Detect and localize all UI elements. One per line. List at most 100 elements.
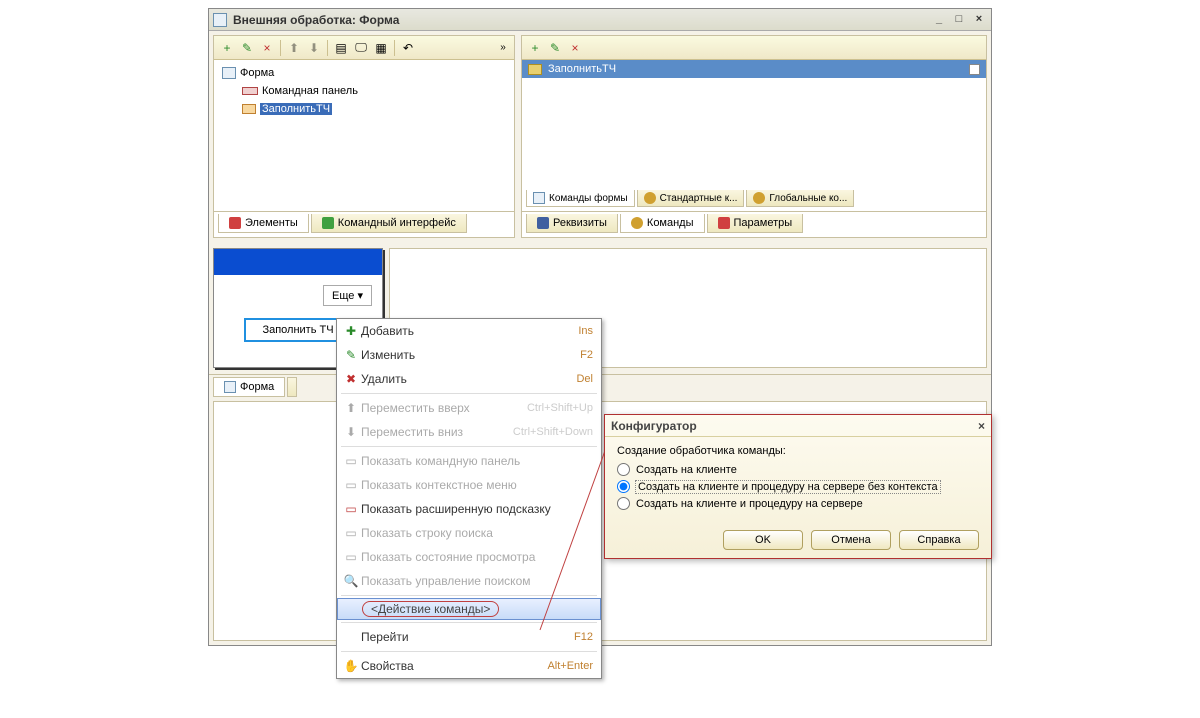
left-toolbar: + ✎ × ⬆ ⬇ ▤ 🖵 ▦ ↶ » (214, 36, 514, 60)
menu-separator (341, 622, 597, 623)
list-item[interactable]: ЗаполнитьТЧ (522, 60, 986, 78)
delete-icon[interactable]: × (258, 39, 276, 57)
menu-item-edit[interactable]: ✎ Изменить F2 (337, 343, 601, 367)
menu-item-goto[interactable]: Перейти F12 (337, 625, 601, 649)
tree-item-fill-command[interactable]: ЗаполнитьТЧ (220, 100, 508, 118)
form-icon (222, 67, 236, 79)
tab-label: Команды (647, 217, 694, 229)
add-icon[interactable]: + (218, 39, 236, 57)
edit-icon: ✎ (341, 348, 361, 362)
ok-button[interactable]: OK (723, 530, 803, 550)
panel-icon: ▭ (341, 454, 361, 468)
menu-shortcut: Del (576, 373, 593, 385)
grid-icon[interactable]: ▦ (372, 39, 390, 57)
menu-shortcut: Alt+Enter (547, 660, 593, 672)
tab-label: Форма (240, 381, 274, 393)
menu-label: <Действие команды> (362, 601, 499, 617)
close-icon[interactable]: × (978, 419, 985, 433)
radio-input[interactable] (617, 497, 630, 510)
tab-stub[interactable] (287, 377, 297, 397)
configurator-dialog: Конфигуратор × Создание обработчика кома… (604, 414, 992, 559)
tab-icon (718, 217, 730, 229)
radio-option-client-server[interactable]: Создать на клиенте и процедуру на сервер… (617, 497, 979, 510)
menu-shortcut: Ctrl+Shift+Down (513, 426, 593, 438)
tab-icon (753, 192, 765, 204)
menu-item-show-ext-hint[interactable]: ▭ Показать расширенную подсказку (337, 497, 601, 521)
tree-label: Форма (240, 67, 274, 79)
properties-icon: ✋ (341, 659, 361, 673)
tab-label: Стандартные к... (660, 193, 738, 204)
tab-requisites[interactable]: Реквизиты (526, 214, 618, 233)
dialog-body: Создание обработчика команды: Создать на… (605, 437, 991, 522)
tab-label: Реквизиты (553, 217, 607, 229)
tab-icon (537, 217, 549, 229)
toolbar-overflow[interactable]: » (496, 42, 510, 53)
tree-label-selected: ЗаполнитьТЧ (260, 103, 332, 115)
radio-input[interactable] (617, 463, 630, 476)
close-button[interactable]: × (971, 13, 987, 27)
list-icon[interactable]: ▤ (332, 39, 350, 57)
delete-icon[interactable]: × (566, 39, 584, 57)
edit-icon[interactable]: ✎ (238, 39, 256, 57)
maximize-button[interactable]: □ (951, 13, 967, 27)
separator (280, 40, 281, 56)
cancel-button[interactable]: Отмена (811, 530, 891, 550)
right-pane: + ✎ × ЗаполнитьТЧ Команды формы Станд (521, 35, 987, 238)
minimize-button[interactable]: _ (931, 13, 947, 27)
move-up-icon: ⬆ (341, 401, 361, 415)
menu-label: Добавить (361, 324, 578, 338)
undo-icon[interactable]: ↶ (399, 39, 417, 57)
separator (394, 40, 395, 56)
edit-icon[interactable]: ✎ (546, 39, 564, 57)
menu-item-add[interactable]: ✚ Добавить Ins (337, 319, 601, 343)
display-icon[interactable]: 🖵 (352, 39, 370, 57)
menu-label: Изменить (361, 348, 580, 362)
tab-command-interface[interactable]: Командный интерфейс (311, 214, 467, 233)
tab-global-commands[interactable]: Глобальные ко... (746, 190, 854, 207)
menu-label: Показать управление поиском (361, 574, 593, 588)
checkbox[interactable] (969, 64, 980, 75)
tab-parameters[interactable]: Параметры (707, 214, 804, 233)
add-icon[interactable]: + (526, 39, 544, 57)
tab-elements[interactable]: Элементы (218, 214, 309, 233)
folder-icon (528, 64, 542, 75)
dialog-prompt: Создание обработчика команды: (617, 445, 979, 457)
tab-label: Параметры (734, 217, 793, 229)
tab-label: Командный интерфейс (338, 217, 456, 229)
dialog-buttons: OK Отмена Справка (605, 522, 991, 558)
window-controls: _ □ × (931, 13, 987, 27)
menu-item-delete[interactable]: ✖ Удалить Del (337, 367, 601, 391)
menu-shortcut: F2 (580, 349, 593, 361)
menu-item-properties[interactable]: ✋ Свойства Alt+Enter (337, 654, 601, 678)
command-icon (242, 104, 256, 114)
search-row-icon: ▭ (341, 526, 361, 540)
right-toolbar: + ✎ × (522, 36, 986, 60)
menu-separator (341, 446, 597, 447)
tree-root[interactable]: Форма (220, 64, 508, 82)
tab-form[interactable]: Форма (213, 377, 285, 397)
hint-icon: ▭ (341, 502, 361, 516)
menu-label: Показать строку поиска (361, 526, 593, 540)
menu-shortcut: F12 (574, 631, 593, 643)
radio-option-client[interactable]: Создать на клиенте (617, 463, 979, 476)
tree-item-command-panel[interactable]: Командная панель (220, 82, 508, 100)
tab-icon (224, 381, 236, 393)
menu-label: Переместить вниз (361, 425, 513, 439)
form-tree[interactable]: Форма Командная панель ЗаполнитьТЧ (214, 60, 514, 211)
top-split: + ✎ × ⬆ ⬇ ▤ 🖵 ▦ ↶ » Форма (209, 31, 991, 242)
menu-label: Переместить вверх (361, 401, 527, 415)
help-button[interactable]: Справка (899, 530, 979, 550)
menu-label: Перейти (361, 630, 574, 644)
tab-form-commands[interactable]: Команды формы (526, 190, 635, 207)
button-label: Еще (332, 290, 354, 302)
radio-option-client-server-no-ctx[interactable]: Создать на клиенте и процедуру на сервер… (617, 480, 979, 493)
menu-item-show-search: ▭ Показать строку поиска (337, 521, 601, 545)
more-button[interactable]: Еще ▾ (323, 285, 372, 306)
tab-standard-commands[interactable]: Стандартные к... (637, 190, 745, 207)
commands-list[interactable]: ЗаполнитьТЧ (522, 60, 986, 190)
tab-commands[interactable]: Команды (620, 214, 705, 233)
tab-icon (644, 192, 656, 204)
menu-item-show-search-ctrl: 🔍 Показать управление поиском (337, 569, 601, 593)
menu-item-command-action[interactable]: <Действие команды> (337, 598, 601, 620)
radio-input[interactable] (617, 480, 630, 493)
